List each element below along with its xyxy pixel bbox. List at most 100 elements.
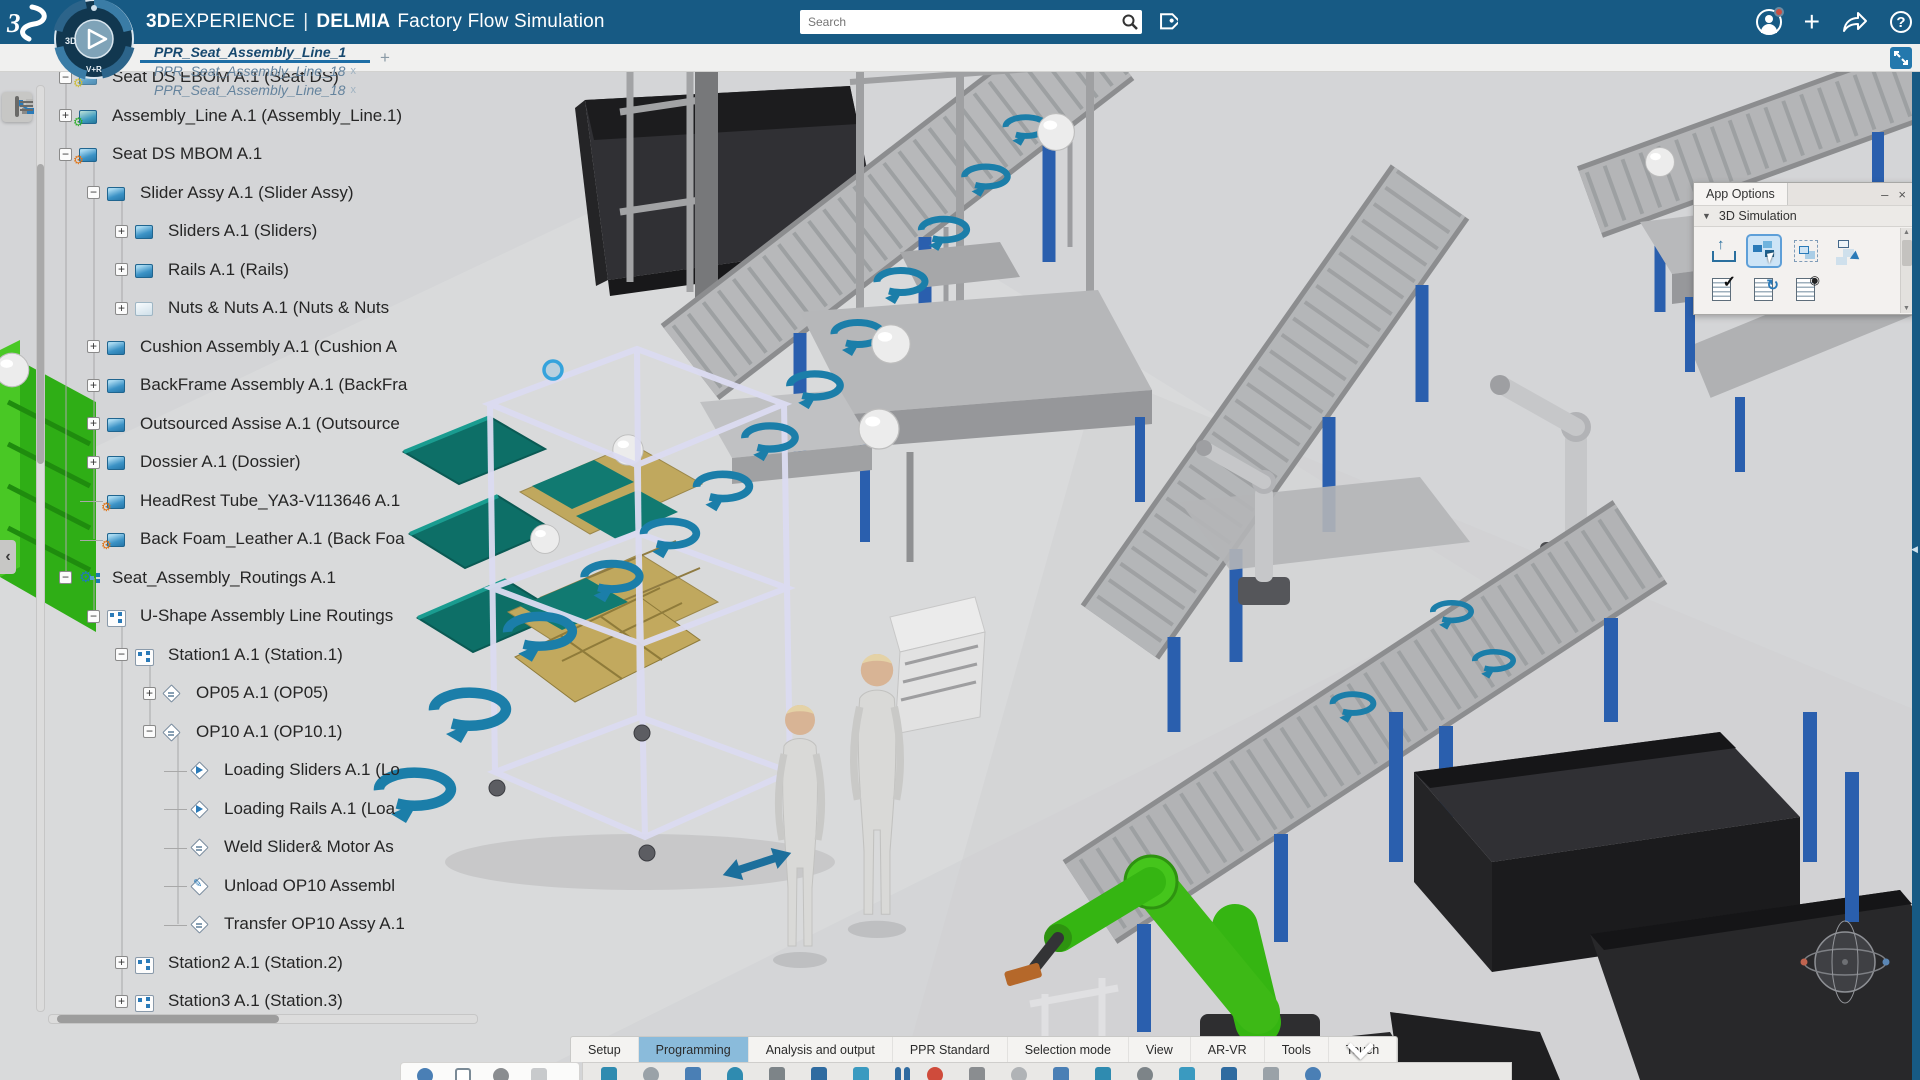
close-icon[interactable]: × bbox=[1898, 188, 1906, 201]
scrollbar-thumb[interactable] bbox=[1902, 240, 1912, 266]
tree-vertical-scrollbar[interactable] bbox=[36, 85, 45, 1012]
tree-expander[interactable] bbox=[115, 956, 128, 969]
document-tab[interactable]: PPR_Seat_Assembly_Line_1 bbox=[140, 44, 370, 63]
action-bar-tab[interactable]: Analysis and output bbox=[749, 1037, 893, 1062]
edge-expander-icon[interactable]: ◀ bbox=[1911, 544, 1918, 555]
tab-close-icon[interactable]: x bbox=[350, 65, 356, 77]
tree-expander[interactable] bbox=[143, 687, 156, 700]
search-bar[interactable] bbox=[800, 10, 1142, 34]
publish-simulation-icon[interactable] bbox=[1706, 236, 1738, 266]
tab-close-icon[interactable]: x bbox=[350, 84, 356, 96]
tree-expander[interactable] bbox=[87, 456, 100, 469]
tree-expander[interactable] bbox=[171, 764, 184, 777]
tree-expander[interactable] bbox=[59, 571, 72, 584]
tree-expander[interactable] bbox=[87, 340, 100, 353]
tree-node[interactable]: Loading Sliders A.1 (Lo bbox=[0, 751, 446, 790]
tree-expander[interactable] bbox=[143, 725, 156, 738]
action-bar-tab[interactable]: AR-VR bbox=[1191, 1037, 1265, 1062]
section-collapse-icon[interactable]: ▼ bbox=[1702, 211, 1711, 221]
tree-expander[interactable] bbox=[87, 533, 100, 546]
tree-node[interactable]: Seat DS MBOM A.1 bbox=[0, 135, 446, 174]
tree-node[interactable]: Dossier A.1 (Dossier) bbox=[0, 443, 446, 482]
tree-node[interactable]: Assembly_Line A.1 (Assembly_Line.1) bbox=[0, 97, 446, 136]
new-tab-button[interactable]: + bbox=[370, 44, 400, 71]
action-bar-tab[interactable]: View bbox=[1129, 1037, 1191, 1062]
tree-node-label[interactable]: HeadRest Tube_YA3-V113646 A.1 bbox=[140, 491, 400, 511]
tree-node[interactable]: U-Shape Assembly Line Routings bbox=[0, 597, 446, 636]
tree-node[interactable]: Slider Assy A.1 (Slider Assy) bbox=[0, 174, 446, 213]
tree-node-label[interactable]: Station2 A.1 (Station.2) bbox=[168, 953, 343, 973]
tree-node-label[interactable]: Transfer OP10 Assy A.1 bbox=[224, 914, 405, 934]
tree-expander[interactable] bbox=[115, 263, 128, 276]
search-icon[interactable] bbox=[1118, 10, 1142, 34]
scrollbar-thumb[interactable] bbox=[37, 164, 44, 464]
tree-node[interactable]: Loading Rails A.1 (Loa bbox=[0, 790, 446, 829]
tree-node[interactable]: Seat_Assembly_Routings A.1 bbox=[0, 559, 446, 598]
tree-expander[interactable] bbox=[171, 802, 184, 815]
tree-expander[interactable] bbox=[115, 225, 128, 238]
toolbar-collapse-chevron-icon[interactable] bbox=[1342, 1038, 1378, 1062]
tree-expander[interactable] bbox=[171, 841, 184, 854]
action-bar-tab[interactable]: PPR Standard bbox=[893, 1037, 1008, 1062]
tree-node-label[interactable]: Back Foam_Leather A.1 (Back Foa bbox=[140, 529, 405, 549]
tree-node[interactable]: Station2 A.1 (Station.2) bbox=[0, 944, 446, 983]
3ds-logo[interactable]: 3 bbox=[6, 2, 52, 42]
fullscreen-icon[interactable] bbox=[1890, 47, 1912, 69]
tree-expander[interactable] bbox=[59, 109, 72, 122]
cropped-toolbar-icons[interactable] bbox=[582, 1062, 1512, 1080]
action-bar-tab[interactable]: Selection mode bbox=[1008, 1037, 1129, 1062]
update-simulation-icon[interactable] bbox=[1748, 274, 1780, 304]
app-options-header[interactable]: App Options – × bbox=[1694, 183, 1914, 205]
tree-node-label[interactable]: Unload OP10 Assembl bbox=[224, 876, 395, 896]
tree-expander[interactable] bbox=[59, 148, 72, 161]
tree-node-label[interactable]: Dossier A.1 (Dossier) bbox=[140, 452, 301, 472]
tree-node[interactable]: OP10 A.1 (OP10.1) bbox=[0, 713, 446, 752]
validate-list-icon[interactable] bbox=[1706, 274, 1738, 304]
tree-node-label[interactable]: Seat_Assembly_Routings A.1 bbox=[112, 568, 336, 588]
share-icon[interactable] bbox=[1842, 11, 1868, 33]
tree-node[interactable]: HeadRest Tube_YA3-V113646 A.1 bbox=[0, 482, 446, 521]
tree-node-label[interactable]: BackFrame Assembly A.1 (BackFra bbox=[140, 375, 407, 395]
tree-node[interactable]: Back Foam_Leather A.1 (Back Foa bbox=[0, 520, 446, 559]
action-bar-tab[interactable]: Setup bbox=[571, 1037, 639, 1062]
tree-node[interactable]: Unload OP10 Assembl bbox=[0, 867, 446, 906]
capture-layout-icon[interactable] bbox=[1790, 236, 1822, 266]
tree-node-label[interactable]: Cushion Assembly A.1 (Cushion A bbox=[140, 337, 397, 357]
tree-node[interactable]: Nuts & Nuts A.1 (Nuts & Nuts bbox=[0, 289, 446, 328]
tree-expander[interactable] bbox=[87, 417, 100, 430]
tree-node-label[interactable]: Loading Rails A.1 (Loa bbox=[224, 799, 395, 819]
tag-icon[interactable] bbox=[1152, 8, 1180, 36]
cropped-quick-icons[interactable] bbox=[400, 1062, 580, 1080]
user-avatar-icon[interactable] bbox=[1756, 9, 1782, 35]
export-structure-icon[interactable] bbox=[1832, 236, 1864, 266]
tree-expander[interactable] bbox=[87, 610, 100, 623]
section-3d-simulation[interactable]: ▼ 3D Simulation bbox=[1694, 205, 1914, 227]
tree-node-label[interactable]: U-Shape Assembly Line Routings bbox=[140, 606, 393, 626]
minimize-icon[interactable]: – bbox=[1881, 188, 1888, 201]
tree-node-label[interactable]: OP05 A.1 (OP05) bbox=[196, 683, 328, 703]
tree-node-label[interactable]: Assembly_Line A.1 (Assembly_Line.1) bbox=[112, 106, 402, 126]
tree-horizontal-scrollbar[interactable] bbox=[48, 1014, 478, 1024]
tree-expander[interactable] bbox=[115, 995, 128, 1008]
tree-node-label[interactable]: Slider Assy A.1 (Slider Assy) bbox=[140, 183, 354, 203]
tree-node-label[interactable]: Station1 A.1 (Station.1) bbox=[168, 645, 343, 665]
tree-expander[interactable] bbox=[171, 918, 184, 931]
tree-node-label[interactable]: OP10 A.1 (OP10.1) bbox=[196, 722, 342, 742]
tree-node[interactable]: Transfer OP10 Assy A.1 bbox=[0, 905, 446, 944]
scrollbar-thumb[interactable] bbox=[57, 1015, 279, 1023]
tree-expander[interactable] bbox=[171, 879, 184, 892]
tree-node-label[interactable]: Sliders A.1 (Sliders) bbox=[168, 221, 317, 241]
tree-expander[interactable] bbox=[87, 494, 100, 507]
tree-node-label[interactable]: Loading Sliders A.1 (Lo bbox=[224, 760, 400, 780]
search-input[interactable] bbox=[800, 15, 1118, 29]
white-shelf[interactable] bbox=[890, 597, 985, 734]
tree-node-label[interactable]: Outsourced Assise A.1 (Outsource bbox=[140, 414, 400, 434]
tree-expander[interactable] bbox=[87, 379, 100, 392]
tree-node[interactable]: BackFrame Assembly A.1 (BackFra bbox=[0, 366, 446, 405]
tree-node[interactable]: Cushion Assembly A.1 (Cushion A bbox=[0, 328, 446, 367]
tree-node[interactable]: Sliders A.1 (Sliders) bbox=[0, 212, 446, 251]
tree-node-label[interactable]: Weld Slider& Motor As bbox=[224, 837, 394, 857]
panel-collapse-chevron[interactable]: ‹ bbox=[0, 540, 16, 574]
select-simulation-icon[interactable] bbox=[1748, 236, 1780, 266]
add-content-icon[interactable]: + bbox=[1804, 9, 1820, 35]
